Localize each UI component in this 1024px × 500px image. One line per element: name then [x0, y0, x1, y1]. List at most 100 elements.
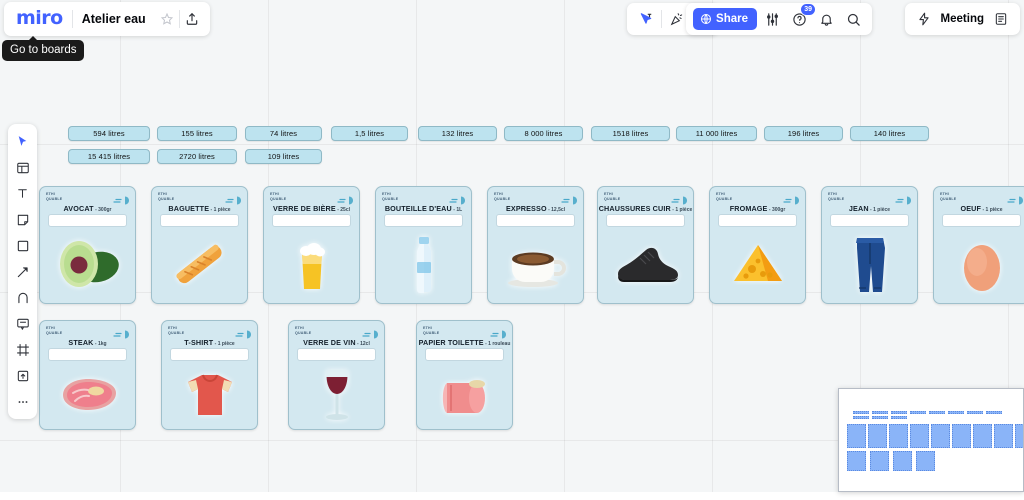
card-quantity: 1 pièce [217, 341, 235, 347]
board-card[interactable]: ETHI QUABLE STEAK - 1kg [39, 320, 136, 430]
arc-connector-tool[interactable] [10, 285, 35, 310]
pill-label[interactable]: 196 litres [764, 126, 843, 141]
board-card[interactable]: ETHI QUABLE PAPIER TOILETTE - 1 rouleau [416, 320, 513, 430]
help-icon[interactable]: 39 [787, 3, 816, 31]
pill-label[interactable]: 74 litres [245, 126, 322, 141]
board-card[interactable]: ETHI QUABLE OEUF - 1 pièce [933, 186, 1024, 304]
card-answer-input[interactable] [606, 214, 685, 227]
logo-line-2: QUABLE [270, 197, 287, 201]
card-product-name: BOUTEILLE D'EAU [384, 204, 452, 213]
pill-label[interactable]: 1518 litres [591, 126, 670, 141]
coffee-cup-illustration [488, 231, 583, 299]
upload-icon[interactable] [180, 7, 204, 31]
pill-label[interactable]: 8 000 litres [504, 126, 583, 141]
pill-label[interactable]: 132 litres [418, 126, 497, 141]
lightning-icon[interactable] [912, 7, 936, 31]
board-card[interactable]: ETHI QUABLE EXPRESSO - 12,5cl [487, 186, 584, 304]
board-card[interactable]: ETHI QUABLE VERRE DE BIÈRE - 25cl [263, 186, 360, 304]
minimap-card [870, 451, 889, 471]
ethiquable-logo: ETHI QUABLE [382, 192, 398, 202]
avocado-illustration [40, 231, 135, 299]
card-answer-input[interactable] [384, 214, 463, 227]
pill-label[interactable]: 594 litres [68, 126, 150, 141]
water-wave-icon [671, 192, 688, 205]
board-card[interactable]: ETHI QUABLE VERRE DE VIN - 12cl [288, 320, 385, 430]
minimap-card [1015, 424, 1023, 448]
card-answer-input[interactable] [496, 214, 575, 227]
minimap-card [931, 424, 950, 448]
board-minimap[interactable] [838, 388, 1024, 492]
water-wave-icon [362, 326, 379, 339]
card-answer-input[interactable] [170, 348, 249, 361]
card-product-name: STEAK [68, 338, 94, 347]
text-tool[interactable] [10, 181, 35, 206]
pill-label[interactable]: 155 litres [157, 126, 237, 141]
egg-illustration [934, 231, 1024, 299]
pill-label[interactable]: 15 415 litres [68, 149, 150, 164]
pill-label[interactable]: 1,5 litres [331, 126, 408, 141]
ethiquable-logo: ETHI QUABLE [828, 192, 844, 202]
card-product-name: VERRE DE BIÈRE [273, 204, 336, 213]
card-answer-input[interactable] [718, 214, 797, 227]
board-card[interactable]: ETHI QUABLE AVOCAT - 300gr [39, 186, 136, 304]
pen-tool[interactable] [10, 259, 35, 284]
pill-label[interactable]: 140 litres [850, 126, 929, 141]
card-answer-input[interactable] [48, 214, 127, 227]
notes-panel-icon[interactable] [989, 7, 1013, 31]
card-product-name: T-SHIRT [184, 338, 214, 347]
card-product-name: VERRE DE VIN [303, 338, 356, 347]
board-card[interactable]: ETHI QUABLE BAGUETTE - 1 pièce [151, 186, 248, 304]
card-answer-input[interactable] [272, 214, 351, 227]
card-answer-input[interactable] [160, 214, 239, 227]
card-title: OEUF - 1 pièce [960, 204, 1003, 213]
settings-sliders-icon[interactable] [760, 7, 784, 31]
pill-label[interactable]: 11 000 litres [676, 126, 757, 141]
card-answer-input[interactable] [830, 214, 909, 227]
pill-label[interactable]: 2720 litres [157, 149, 237, 164]
meeting-label[interactable]: Meeting [939, 13, 986, 25]
templates-tool[interactable] [10, 155, 35, 180]
more-tools[interactable] [10, 389, 35, 414]
search-icon[interactable] [841, 7, 865, 31]
comment-tool[interactable] [10, 311, 35, 336]
share-button[interactable]: Share [693, 8, 757, 30]
upload-tool[interactable] [10, 363, 35, 388]
card-answer-input[interactable] [48, 348, 127, 361]
board-card[interactable]: ETHI QUABLE JEAN - 1 pièce [821, 186, 918, 304]
miro-logo[interactable]: miro [10, 8, 72, 30]
board-card[interactable]: ETHI QUABLE T-SHIRT - 1 pièce [161, 320, 258, 430]
board-card[interactable]: ETHI QUABLE FROMAGE - 300gr [709, 186, 806, 304]
ethiquable-logo: ETHI QUABLE [168, 326, 184, 336]
minimap-card [868, 424, 887, 448]
card-answer-input[interactable] [425, 348, 504, 361]
card-title: BOUTEILLE D'EAU - 1L [384, 204, 463, 213]
logo-line-2: QUABLE [295, 331, 312, 335]
select-tool[interactable] [10, 129, 35, 154]
cursor-share-icon[interactable] [634, 7, 658, 31]
shapes-tool[interactable] [10, 233, 35, 258]
card-answer-input[interactable] [942, 214, 1021, 227]
frame-tool[interactable] [10, 337, 35, 362]
card-quantity: 12,5cl [551, 207, 566, 213]
logo-line-2: QUABLE [382, 197, 399, 201]
notifications-bell-icon[interactable] [814, 7, 838, 31]
card-title: CHAUSSURES CUIR - 1 pièce [598, 204, 693, 213]
card-product-name: JEAN [848, 204, 869, 213]
sticky-note-tool[interactable] [10, 207, 35, 232]
go-to-boards-tooltip: Go to boards [2, 36, 85, 61]
ethiquable-logo: ETHI QUABLE [716, 192, 732, 202]
logo-line-2: QUABLE [158, 197, 175, 201]
minimap-pill [891, 411, 907, 414]
card-product-name: EXPRESSO [505, 204, 547, 213]
board-card[interactable]: ETHI QUABLE CHAUSSURES CUIR - 1 pièce [597, 186, 694, 304]
card-answer-input[interactable] [297, 348, 376, 361]
pill-label[interactable]: 109 litres [245, 149, 322, 164]
minimap-pill [872, 416, 888, 419]
board-card[interactable]: ETHI QUABLE BOUTEILLE D'EAU - 1L [375, 186, 472, 304]
card-title: STEAK - 1kg [68, 338, 107, 347]
card-quantity: 25cl [340, 207, 350, 213]
board-title[interactable]: Atelier eau [73, 12, 155, 26]
star-icon[interactable] [155, 7, 179, 31]
help-badge: 39 [800, 3, 816, 16]
card-quantity: 300gr [98, 207, 112, 213]
